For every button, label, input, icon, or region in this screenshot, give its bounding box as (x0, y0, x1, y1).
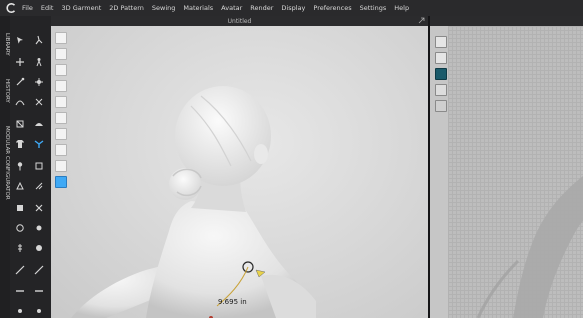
pose-display-icon[interactable] (55, 128, 67, 140)
fabric-display-icon[interactable] (55, 80, 67, 92)
avatar-display-icon[interactable] (55, 96, 67, 108)
pattern-select-icon[interactable] (435, 36, 447, 48)
garment-tool-icon[interactable] (13, 137, 27, 151)
avatar-scene (71, 86, 316, 318)
trim-tool-icon[interactable] (13, 201, 27, 215)
garment-display-icon[interactable] (55, 64, 67, 76)
tab-modular-configurator[interactable]: MODULAR CONFIGURATOR (0, 118, 10, 208)
2d-window-titlebar (430, 16, 583, 26)
pattern-transform-icon[interactable] (435, 52, 447, 64)
menu-bar: File Edit 3D Garment 2D Pattern Sewing M… (0, 0, 583, 17)
document-title: Untitled (227, 17, 252, 25)
dot-tool-icon[interactable] (32, 304, 46, 318)
menu-file[interactable]: File (22, 4, 39, 12)
menu-avatar[interactable]: Avatar (221, 4, 248, 12)
tool-panel (10, 16, 52, 318)
menu-preferences[interactable]: Preferences (313, 4, 357, 12)
annotation-tool-icon[interactable] (13, 304, 27, 318)
viewport-toolbar (55, 32, 69, 192)
menu-render[interactable]: Render (250, 4, 279, 12)
button-tool-icon[interactable] (13, 221, 27, 235)
edit-point-tool-icon[interactable] (13, 75, 27, 89)
pattern-grid-icon[interactable] (32, 201, 46, 215)
tack-tool-icon[interactable] (13, 179, 27, 193)
simulation-icon[interactable] (32, 33, 46, 47)
shrinkage-tool-icon[interactable] (32, 179, 46, 193)
menu-sewing[interactable]: Sewing (152, 4, 182, 12)
stress-map-icon[interactable] (55, 144, 67, 156)
menu-display[interactable]: Display (281, 4, 311, 12)
tape-tool-icon[interactable] (13, 284, 27, 298)
clo-logo-icon[interactable] (0, 0, 22, 16)
menu-settings[interactable]: Settings (360, 4, 393, 12)
arrangement-icon[interactable] (32, 75, 46, 89)
transform-tool-icon[interactable] (13, 55, 27, 69)
pattern-layer-icon[interactable] (435, 84, 447, 96)
active-display-icon[interactable] (55, 176, 67, 188)
2d-toolbar (430, 26, 448, 318)
pattern-piece (513, 176, 583, 318)
light-display-icon[interactable] (55, 160, 67, 172)
fabric-tool-icon[interactable] (32, 117, 46, 131)
3d-viewport[interactable]: 9.695 in (51, 26, 428, 318)
fold-tool-icon[interactable] (13, 117, 27, 131)
edit-curve-tool-icon[interactable] (13, 95, 27, 109)
view-camera-icon[interactable] (55, 48, 67, 60)
pattern-edit-icon[interactable] (435, 100, 447, 112)
avatar-select-icon[interactable] (32, 55, 46, 69)
pin-tool-icon[interactable] (13, 159, 27, 173)
skin-display-icon[interactable] (55, 112, 67, 124)
avatar-ear (254, 144, 268, 164)
ruler-tool-icon[interactable] (32, 263, 46, 277)
sewing-tool-icon[interactable] (32, 95, 46, 109)
pattern-fabric-icon[interactable] (435, 68, 447, 80)
zipper-tool-icon[interactable] (13, 241, 27, 255)
tab-library[interactable]: LIBRARY (0, 24, 10, 64)
tab-history[interactable]: HISTORY (0, 72, 10, 110)
menu-help[interactable]: Help (394, 4, 415, 12)
pattern-canvas (476, 176, 583, 318)
puckering-tool-icon[interactable] (32, 221, 46, 235)
menu-edit[interactable]: Edit (41, 4, 60, 12)
measurement-label: 9.695 in (218, 298, 247, 306)
menu-materials[interactable]: Materials (183, 4, 219, 12)
strengthen-tool-icon[interactable] (32, 159, 46, 173)
expand-icon[interactable] (418, 17, 425, 24)
elastic-tool-icon[interactable] (32, 241, 46, 255)
measure-tool-icon[interactable] (13, 263, 27, 277)
menu-3d-garment[interactable]: 3D Garment (61, 4, 107, 12)
texture-tool-icon[interactable] (32, 137, 46, 151)
menu-2d-pattern[interactable]: 2D Pattern (109, 4, 150, 12)
2d-pattern-window[interactable] (430, 16, 583, 318)
select-tool-icon[interactable] (13, 33, 27, 47)
view-mode-icon[interactable] (55, 32, 67, 44)
line-tool-icon[interactable] (32, 284, 46, 298)
